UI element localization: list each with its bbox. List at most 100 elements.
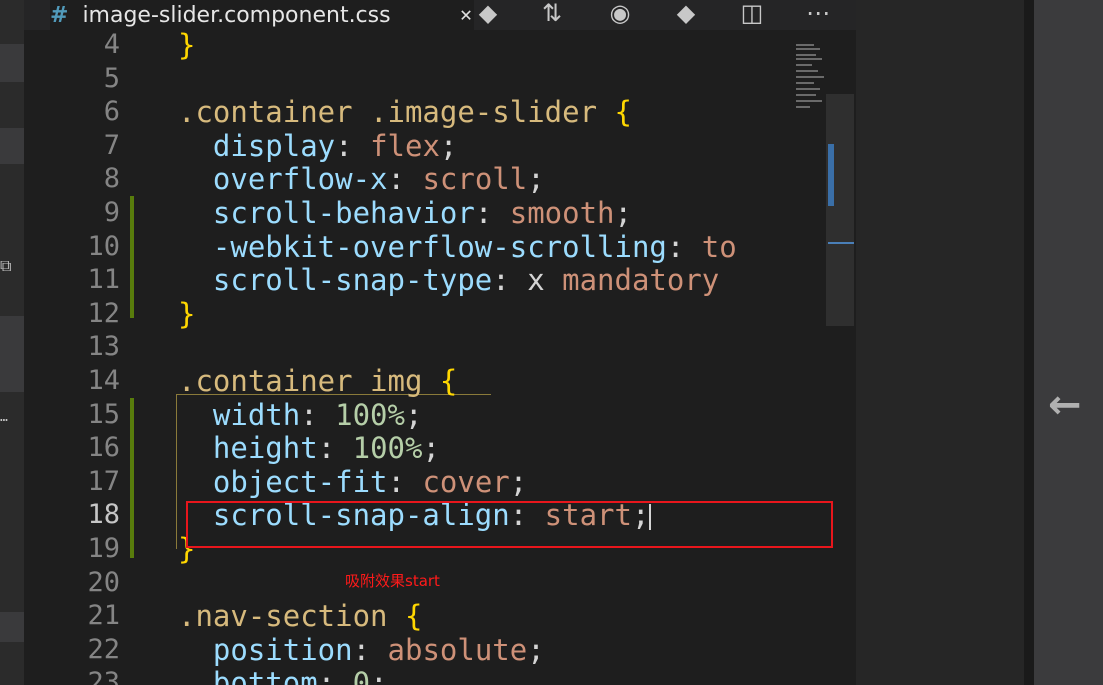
code-token: scroll-behavior [178,196,475,230]
code-token: cover [422,464,510,499]
code-token: .container .image-slider [178,95,615,130]
code-token: : [666,229,702,264]
code-token: ; [614,196,632,230]
code-token: } [178,28,196,62]
code-token: display [178,128,336,163]
line-number: 10 [87,230,120,262]
git-added-indicator [130,398,134,558]
line-number: 5 [103,62,120,94]
code-token: bottom [178,666,318,685]
git-commit-icon[interactable]: ◆ [670,0,702,26]
code-line[interactable]: scroll-snap-type: x mandatory [178,263,719,297]
line-number: 8 [103,163,120,195]
line-number: 22 [87,633,120,665]
code-token: scroll [422,162,528,197]
code-token: -webkit-overflow-scrolling [178,229,667,264]
code-line[interactable]: overflow-x: scroll; [178,162,545,196]
code-token: mandatory [544,263,720,298]
code-editor[interactable]: # image-slider.component.css ✕ ◆ ⇅ ◉ ◆ ◫… [24,0,856,685]
scrollbar-cursor-marker [828,242,854,244]
code-line[interactable]: } [178,297,195,331]
code-line[interactable]: -webkit-overflow-scrolling: to [178,230,737,264]
code-token: : [387,162,423,197]
git-added-indicator [130,196,134,318]
right-side-column [1034,0,1103,685]
code-line[interactable]: height: 100%; [178,431,440,465]
close-icon[interactable]: ✕ [460,2,472,26]
code-token: : [335,128,371,163]
line-number: 18 [87,499,120,531]
code-token: 0 [352,666,371,685]
code-token: ; [404,397,423,432]
tab-image-slider-css[interactable]: # image-slider.component.css ✕ [50,0,474,30]
arrow-left-icon[interactable]: ← [1048,382,1082,428]
code-line[interactable]: } [178,28,195,62]
code-token: flex [370,128,440,163]
code-token: position [178,632,353,667]
code-line[interactable]: position: absolute; [178,633,545,667]
code-token: height [178,431,318,466]
line-number: 20 [87,566,120,598]
left-side-strip: ⧉ … [0,0,24,685]
git-diamond-icon[interactable]: ◆ [472,0,504,26]
code-line[interactable]: .container .image-slider { [178,95,632,129]
tab-bar: # image-slider.component.css ✕ ◆ ⇅ ◉ ◆ ◫… [24,0,856,30]
code-token: ; [509,464,528,499]
strip-block [0,612,24,642]
line-number: 14 [87,365,120,396]
line-number: 19 [87,533,120,564]
code-token: : [300,397,336,432]
code-token: smooth [509,196,615,230]
code-line[interactable]: display: flex; [178,129,457,163]
code-token: ; [370,666,388,685]
code-token: { [404,599,423,634]
code-token: to [701,229,737,264]
code-token: : [387,464,423,499]
code-line[interactable]: object-fit: cover; [178,465,527,499]
tab-title: image-slider.component.css [82,2,391,28]
code-token: .nav-section [178,599,405,634]
line-number: 17 [87,465,120,497]
code-token: ; [527,632,545,667]
code-token: 100% [352,431,423,466]
code-token: width [178,397,301,432]
strip-block [0,128,24,164]
line-number: 7 [103,129,120,161]
split-editor-icon[interactable]: ◫ [736,0,768,26]
git-compare-icon[interactable]: ⇅ [536,0,568,26]
code-token: : [492,263,528,298]
more-actions-icon[interactable]: ⋯ [802,0,834,26]
code-token: : [317,666,353,685]
strip-block [0,316,24,392]
code-token: } [178,296,196,331]
annotation-highlight-box [186,501,833,548]
ellipsis-icon[interactable]: … [0,410,8,425]
code-line[interactable]: bottom: 0; [178,666,388,685]
line-number: 6 [103,96,120,128]
code-token: x [527,263,545,298]
code-line[interactable]: .container img { [178,364,457,398]
code-token: ; [439,128,458,163]
code-token: ; [422,431,440,466]
code-token: absolute [387,632,528,667]
code-token: { [614,95,632,130]
panel-divider [1024,0,1034,685]
code-token: overflow-x [178,162,388,197]
copy-icon[interactable]: ⧉ [0,256,11,276]
code-token: { [439,364,458,398]
strip-block [0,44,24,82]
line-number: 11 [87,264,120,296]
code-token: .container img [178,364,440,398]
line-number: 9 [103,197,120,228]
vertical-scrollbar[interactable] [826,94,854,326]
minimap[interactable] [796,40,826,120]
code-line[interactable]: width: 100%; [178,397,423,432]
line-number: 13 [87,331,120,363]
code-token: ; [527,162,545,197]
code-line[interactable]: .nav-section { [178,599,422,633]
line-number: 23 [87,667,120,685]
code-line[interactable]: scroll-behavior: smooth; [178,196,632,230]
code-token: scroll-snap-type [178,263,493,298]
eye-icon[interactable]: ◉ [604,0,636,26]
code-token: : [317,431,353,466]
